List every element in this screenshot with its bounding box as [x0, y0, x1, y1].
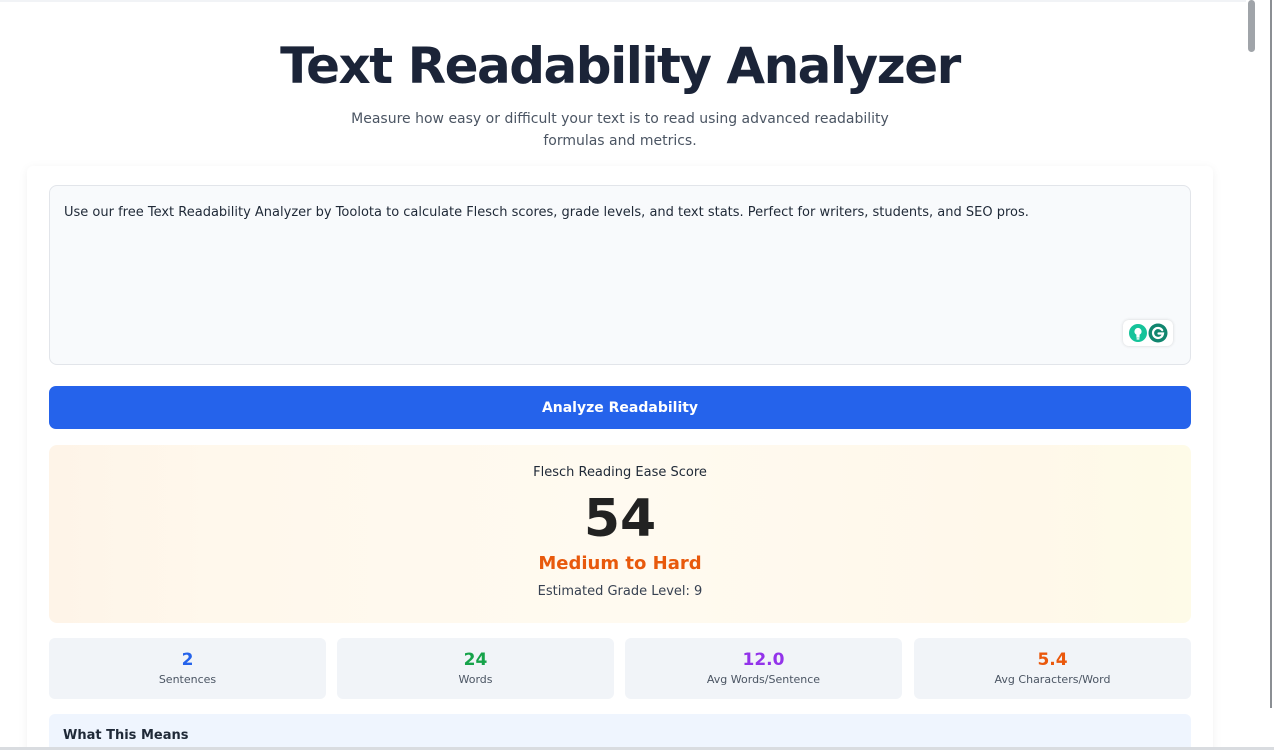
grammarly-widget[interactable]	[1123, 320, 1173, 346]
score-panel: Flesch Reading Ease Score 54 Medium to H…	[49, 445, 1191, 623]
difficulty-level: Medium to Hard	[538, 553, 702, 574]
top-divider	[0, 0, 1250, 2]
scrollbar[interactable]	[1246, 0, 1260, 750]
stat-avg-chars-word: 5.4 Avg Characters/Word	[914, 638, 1191, 699]
score-value: 54	[583, 489, 657, 549]
grammarly-g-icon[interactable]	[1148, 323, 1168, 347]
what-this-means-title: What This Means	[63, 728, 189, 743]
grade-level: Estimated Grade Level: 9	[537, 584, 703, 599]
stat-words: 24 Words	[337, 638, 614, 699]
score-label: Flesch Reading Ease Score	[533, 465, 707, 480]
scrollbar-thumb[interactable]	[1248, 0, 1255, 52]
what-this-means-panel: What This Means	[49, 714, 1191, 750]
stat-label: Avg Characters/Word	[994, 673, 1111, 686]
stat-value: 2	[181, 650, 194, 670]
stat-avg-words-sentence: 12.0 Avg Words/Sentence	[625, 638, 902, 699]
stat-value: 5.4	[1037, 650, 1068, 670]
stat-label: Sentences	[158, 673, 217, 686]
window-edge	[1270, 0, 1272, 708]
page: Text Readability Analyzer Measure how ea…	[0, 0, 1274, 750]
stats-grid: 2 Sentences 24 Words 12.0 Avg Words/Sent…	[49, 638, 1191, 699]
stat-value: 12.0	[742, 650, 785, 670]
text-input[interactable]: Use our free Text Readability Analyzer b…	[49, 185, 1191, 365]
page-title: Text Readability Analyzer	[280, 37, 961, 95]
lightbulb-icon[interactable]	[1128, 323, 1148, 347]
hero-section: Text Readability Analyzer Measure how ea…	[0, 34, 1240, 152]
stat-value: 24	[463, 650, 488, 670]
analyze-button[interactable]: Analyze Readability	[49, 386, 1191, 429]
page-subtitle: Measure how easy or difficult your text …	[351, 111, 889, 149]
stat-label: Words	[458, 673, 493, 686]
stat-sentences: 2 Sentences	[49, 638, 326, 699]
stat-label: Avg Words/Sentence	[706, 673, 821, 686]
